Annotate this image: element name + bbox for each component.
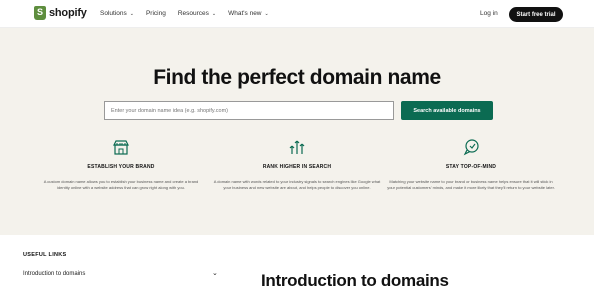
section-title: Introduction to domains — [261, 271, 449, 290]
main-nav: Solutions ⌄ Pricing Resources ⌄ What's n… — [100, 10, 281, 17]
chat-bubble-icon — [463, 139, 479, 156]
feature-title: ESTABLISH YOUR BRAND — [87, 164, 155, 170]
feature-establish-brand: ESTABLISH YOUR BRAND A custom domain nam… — [31, 138, 211, 190]
logo-text: shopify — [49, 7, 87, 19]
chevron-down-icon: ⌄ — [129, 10, 134, 17]
chevron-down-icon: ⌄ — [264, 10, 269, 17]
domain-search-input[interactable] — [104, 101, 394, 120]
chevron-down-icon[interactable]: ⌄ — [212, 269, 218, 277]
useful-links-heading: USEFUL LINKS — [23, 252, 67, 258]
feature-text: A domain name with words related to your… — [213, 179, 381, 190]
storefront-icon — [113, 140, 129, 155]
search-domains-button[interactable]: Search available domains — [401, 101, 493, 120]
shopping-bag-logo-icon — [34, 6, 46, 20]
feature-stay-top-of-mind: STAY TOP-OF-MIND Matching your website n… — [381, 138, 561, 190]
growth-arrows-icon — [289, 140, 305, 154]
feature-title: STAY TOP-OF-MIND — [445, 164, 497, 170]
page-title: Find the perfect domain name — [153, 66, 441, 89]
nav-whats-new[interactable]: What's new ⌄ — [228, 10, 269, 17]
nav-pricing[interactable]: Pricing — [146, 10, 166, 17]
nav-resources-label: Resources — [177, 10, 209, 17]
site-header: shopify Solutions ⌄ Pricing Resources ⌄ … — [0, 0, 594, 28]
feature-title: RANK HIGHER IN SEARCH — [262, 164, 332, 170]
domain-search-hero: Find the perfect domain name Search avai… — [0, 28, 594, 235]
nav-solutions[interactable]: Solutions ⌄ — [100, 10, 134, 17]
login-link[interactable]: Log in — [480, 10, 498, 17]
feature-rank-higher: RANK HIGHER IN SEARCH A domain name with… — [207, 138, 387, 190]
nav-solutions-label: Solutions — [100, 10, 127, 17]
nav-pricing-label: Pricing — [145, 10, 166, 17]
useful-link-introduction[interactable]: Introduction to domains — [23, 271, 85, 277]
chevron-down-icon: ⌄ — [211, 10, 217, 17]
nav-resources[interactable]: Resources ⌄ — [178, 10, 216, 17]
feature-text: A custom domain name allows you to estab… — [43, 179, 199, 190]
feature-text: Matching your website name to your brand… — [387, 179, 555, 190]
start-free-trial-button[interactable]: Start free trial — [509, 7, 563, 22]
shopify-logo[interactable]: shopify — [34, 6, 87, 20]
nav-whats-new-label: What's new — [228, 10, 262, 17]
